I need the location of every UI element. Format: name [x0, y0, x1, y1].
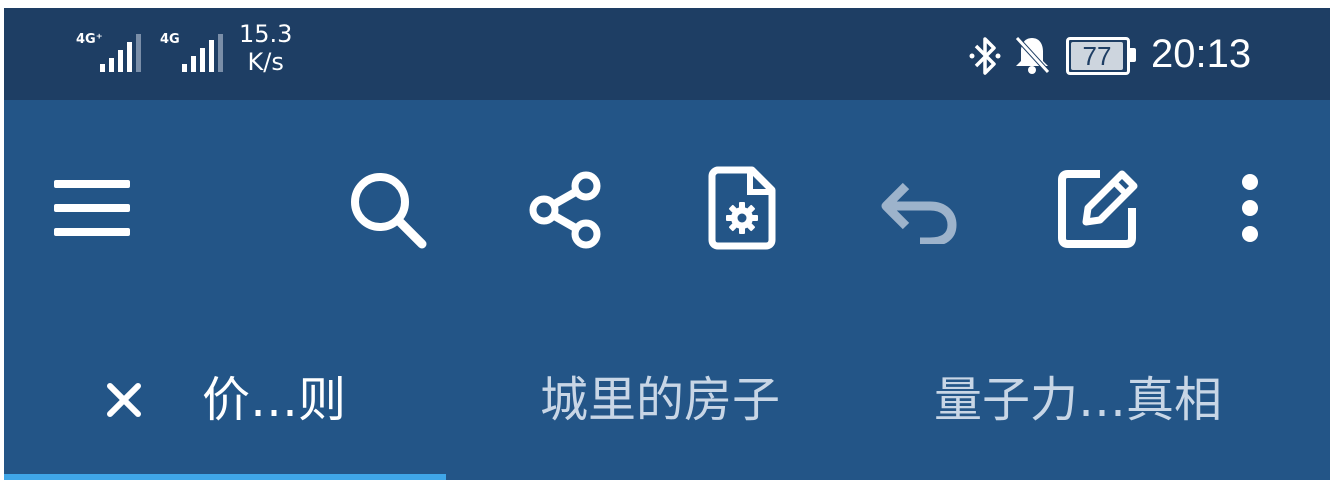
search-icon[interactable]: [348, 170, 428, 250]
edit-icon[interactable]: [1056, 166, 1140, 250]
network-type-sim2: 4G: [160, 32, 180, 47]
notifications-off-icon: [1015, 36, 1050, 74]
signal-icon: [100, 34, 141, 72]
tab-label: 价…则: [202, 372, 347, 428]
battery-level: 77: [1082, 41, 1112, 71]
network-speed-value: 15.3: [239, 20, 293, 48]
more-vert-icon[interactable]: [1238, 172, 1262, 244]
clock: 20:13: [1151, 32, 1252, 76]
document-settings-icon[interactable]: [708, 166, 778, 250]
bluetooth-icon: [969, 37, 1001, 75]
status-bar: 4G⁺ 4G 15.3 K/s 77 20:13: [4, 8, 1330, 100]
toolbar: [4, 100, 1330, 330]
tab-label: 量子力…真相: [934, 372, 1223, 428]
menu-icon[interactable]: [54, 176, 130, 240]
close-icon[interactable]: [104, 380, 144, 420]
network-speed: 15.3 K/s: [239, 20, 292, 76]
network-speed-unit: K/s: [247, 48, 284, 76]
share-icon[interactable]: [526, 170, 606, 250]
undo-icon[interactable]: [880, 180, 960, 244]
app-frame: 4G⁺ 4G 15.3 K/s 77 20:13 价…则 城里的房子 量子力…真…: [4, 8, 1330, 480]
battery-icon: 77: [1066, 37, 1136, 75]
network-type-sim1: 4G⁺: [76, 32, 103, 47]
active-tab-indicator: [4, 474, 446, 480]
tab-label: 城里的房子: [540, 372, 781, 428]
signal-icon: [182, 34, 223, 72]
